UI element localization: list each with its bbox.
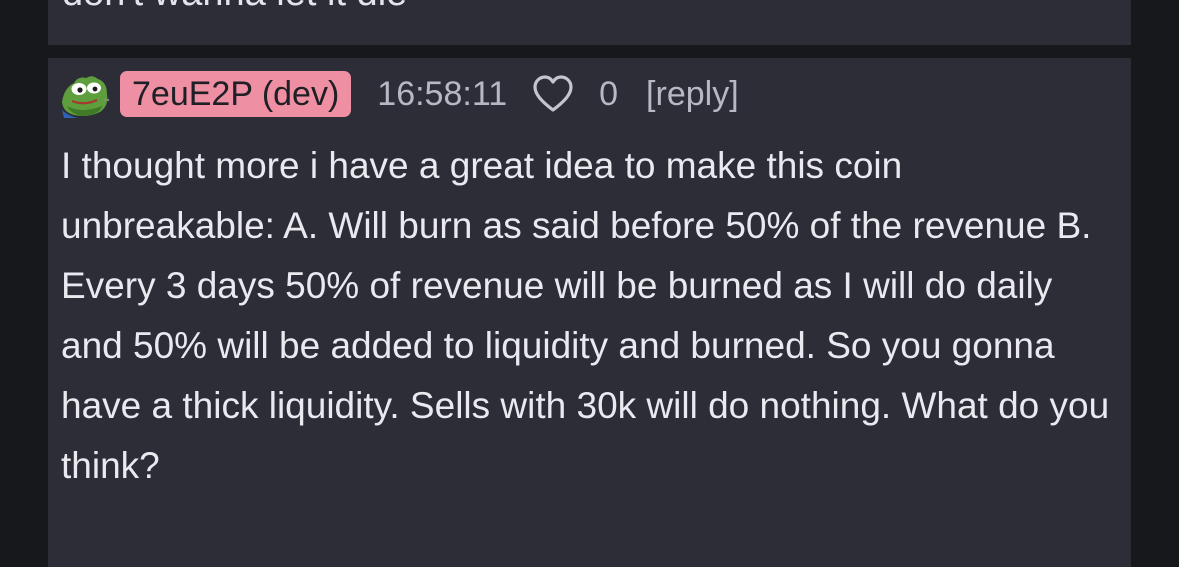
comment-card: 7euE2P (dev) 16:58:11 0 [reply] I though… [48, 58, 1131, 567]
comment-body: I thought more i have a great idea to ma… [61, 145, 1110, 486]
comment-header: 7euE2P (dev) 16:58:11 0 [reply] [58, 70, 739, 118]
previous-comment: don't wanna let it die [48, 0, 1131, 45]
thread-page: don't wanna let it die 7euE2P (dev) 16:5… [0, 0, 1179, 567]
heart-icon[interactable] [531, 74, 575, 114]
comment-timestamp: 16:58:11 [377, 74, 508, 113]
username-badge[interactable]: 7euE2P (dev) [120, 71, 352, 117]
pepe-frog-avatar-icon[interactable] [58, 70, 112, 118]
reply-link[interactable]: [reply] [646, 75, 739, 114]
like-count: 0 [599, 74, 619, 113]
previous-comment-text: don't wanna let it die [62, 0, 407, 15]
